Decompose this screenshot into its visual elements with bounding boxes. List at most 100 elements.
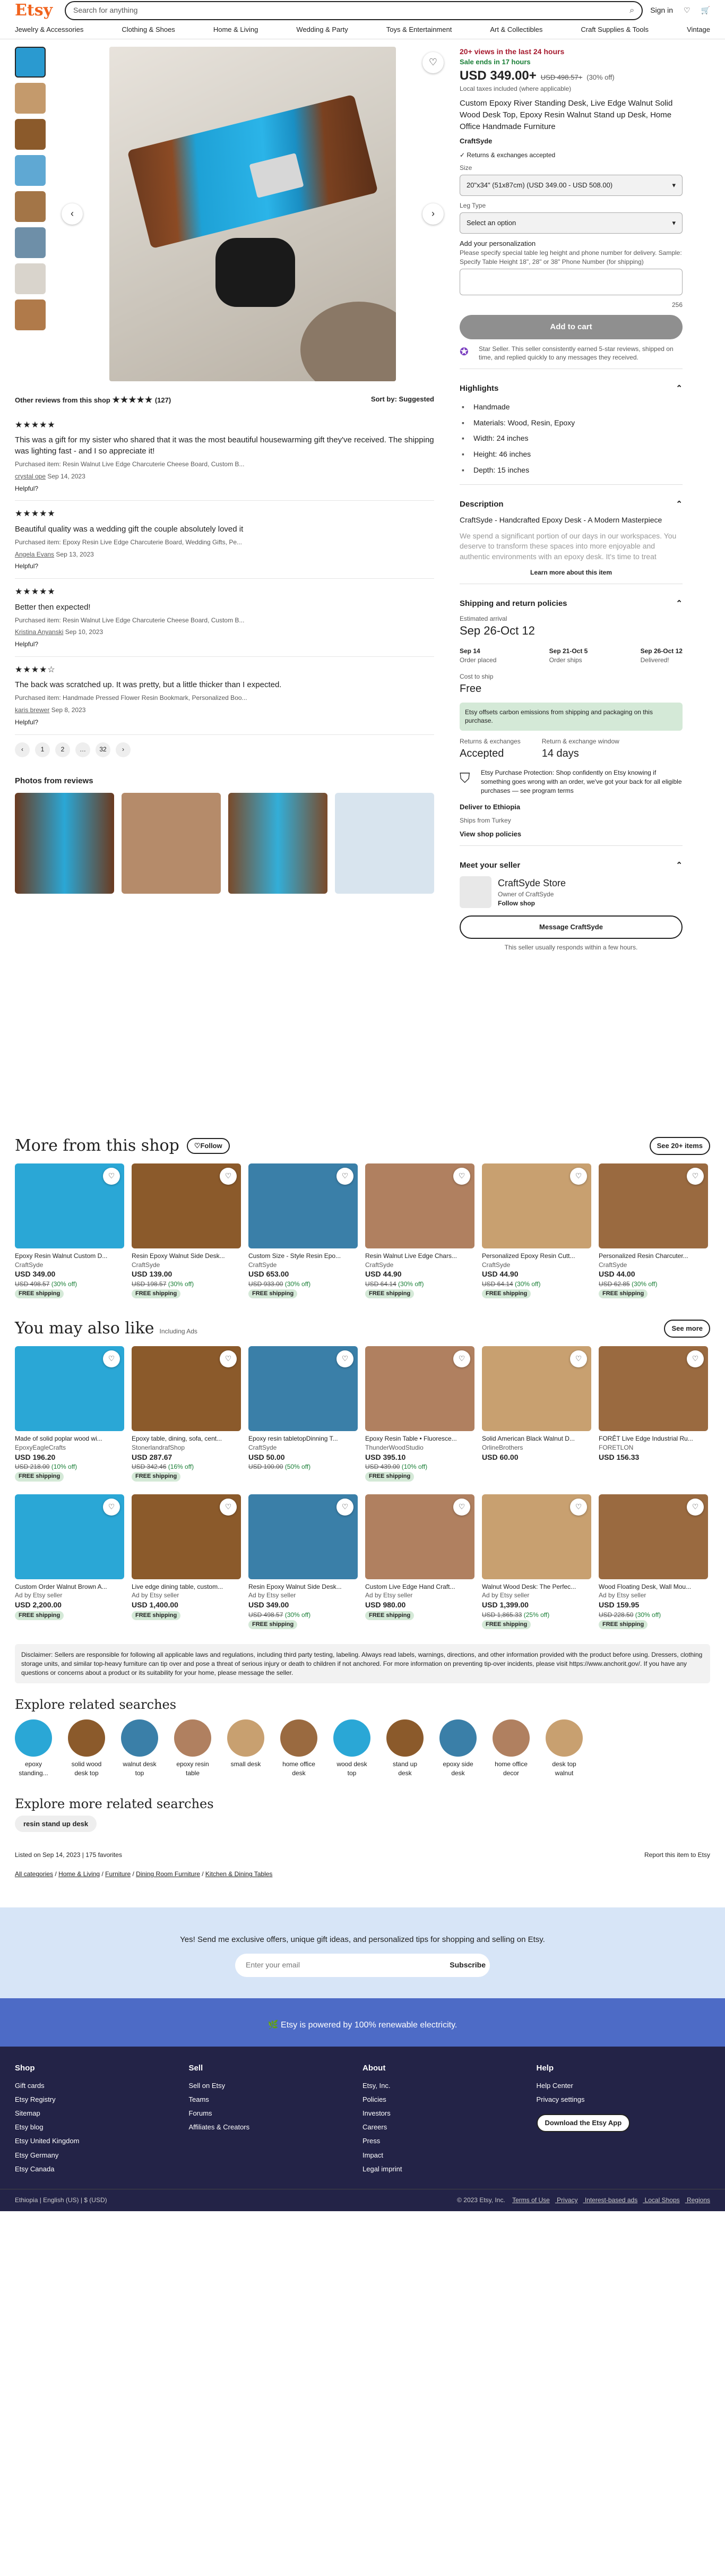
related-search[interactable]: walnut desk top	[121, 1719, 158, 1778]
add-to-cart-button[interactable]: Add to cart	[460, 314, 683, 339]
related-search[interactable]: home office desk	[280, 1719, 317, 1778]
footer-link[interactable]: Etsy Germany	[15, 2151, 189, 2160]
next-image-button[interactable]: ›	[422, 203, 444, 225]
favorite-icon[interactable]: ♡	[336, 1167, 353, 1185]
leg-type-select[interactable]: Select an option ▾	[460, 212, 683, 234]
category-link[interactable]: Home & Living	[213, 25, 258, 35]
purchased-item-link[interactable]: Purchased item: Resin Walnut Live Edge C…	[15, 460, 434, 469]
search-input[interactable]: Search for anything ⌕	[65, 1, 643, 20]
etsy-logo[interactable]: Etsy	[15, 0, 57, 22]
review-photo[interactable]	[335, 792, 434, 894]
footer-link[interactable]: Privacy settings	[537, 2095, 711, 2104]
product-image[interactable]: ♡	[15, 1494, 124, 1579]
product-image[interactable]: ♡	[132, 1346, 241, 1432]
purchased-item-link[interactable]: Purchased item: Resin Walnut Live Edge C…	[15, 616, 434, 625]
thumbnail[interactable]	[15, 47, 46, 78]
review-photo[interactable]	[15, 792, 114, 894]
favorite-icon[interactable]: ♡	[453, 1498, 470, 1516]
footer-link[interactable]: Impact	[362, 2151, 537, 2160]
footer-link[interactable]: Affiliates & Creators	[189, 2123, 363, 2132]
thumbnail[interactable]	[15, 191, 46, 222]
helpful-button[interactable]: Helpful?	[15, 640, 434, 649]
product-image[interactable]: ♡	[248, 1346, 358, 1432]
product-card[interactable]: ♡ Epoxy resin tabletopDinning T... CraftSy…	[248, 1346, 358, 1481]
footer-legal-link[interactable]: Local Shops	[643, 2196, 680, 2204]
product-card[interactable]: ♡ Resin Epoxy Walnut Side Desk... Ad by Et…	[248, 1494, 358, 1629]
breadcrumb-link[interactable]: Furniture	[105, 1870, 131, 1878]
favorite-icon[interactable]: ♡	[103, 1167, 120, 1185]
thumbnail[interactable]	[15, 155, 46, 186]
size-select[interactable]: 20"x34" (51x87cm) (USD 349.00 - USD 508.…	[460, 175, 683, 196]
product-card[interactable]: ♡ Made of solid poplar wood wi... EpoxyEag…	[15, 1346, 124, 1482]
purchased-item-link[interactable]: Purchased item: Handmade Pressed Flower …	[15, 694, 434, 703]
favorite-icon[interactable]: ♡	[570, 1167, 587, 1185]
subscribe-button[interactable]: Subscribe	[450, 1960, 486, 1971]
see-items-button[interactable]: See 20+ items	[649, 1136, 710, 1155]
product-image[interactable]: ♡	[365, 1346, 474, 1432]
product-card[interactable]: ♡ Solid American Black Walnut D... OrlineB…	[482, 1346, 591, 1481]
related-search[interactable]: home office decor	[493, 1719, 530, 1778]
product-card[interactable]: ♡ Resin Epoxy Walnut Side Desk... CraftSyd…	[132, 1163, 241, 1299]
thumbnail[interactable]	[15, 227, 46, 258]
footer-link[interactable]: Etsy Canada	[15, 2164, 189, 2174]
footer-link[interactable]: Careers	[362, 2123, 537, 2132]
page-button[interactable]: …	[75, 742, 90, 757]
footer-link[interactable]: Sitemap	[15, 2109, 189, 2118]
related-chip[interactable]: resin stand up desk	[15, 1816, 97, 1833]
favorite-icon[interactable]: ♡	[687, 1350, 704, 1368]
product-image[interactable]: ♡	[482, 1494, 591, 1579]
category-link[interactable]: Vintage	[687, 25, 710, 35]
product-card[interactable]: ♡ Resin Walnut Live Edge Chars... CraftSyd…	[365, 1163, 474, 1299]
product-image[interactable]: ♡	[365, 1494, 474, 1579]
footer-link[interactable]: Sell on Etsy	[189, 2081, 363, 2091]
footer-legal-link[interactable]: Regions	[685, 2196, 710, 2204]
shop-policies-link[interactable]: View shop policies	[460, 829, 683, 839]
purchased-item-link[interactable]: Purchased item: Epoxy Resin Live Edge Ch…	[15, 538, 434, 547]
thumbnail[interactable]	[15, 263, 46, 294]
related-search[interactable]: stand up desk	[386, 1719, 424, 1778]
category-link[interactable]: Toys & Entertainment	[386, 25, 452, 35]
favorite-icon[interactable]: ♡	[336, 1350, 353, 1368]
page-button[interactable]: 1	[35, 742, 50, 757]
page-button[interactable]: 2	[55, 742, 70, 757]
learn-more-link[interactable]: Learn more about this item	[460, 568, 683, 577]
thumbnail[interactable]	[15, 83, 46, 114]
description-toggle[interactable]: Description ⌃	[460, 491, 683, 515]
favorite-icon[interactable]: ♡	[220, 1167, 237, 1185]
favorite-icon[interactable]: ♡	[570, 1498, 587, 1516]
product-image[interactable]: ♡	[248, 1163, 358, 1248]
reviewer-name[interactable]: Kristina Anyanski	[15, 628, 63, 636]
category-link[interactable]: Jewelry & Accessories	[15, 25, 83, 35]
helpful-button[interactable]: Helpful?	[15, 718, 434, 727]
footer-link[interactable]: Press	[362, 2136, 537, 2146]
reviewer-name[interactable]: karis brewer	[15, 706, 49, 714]
product-image[interactable]: ♡	[599, 1163, 708, 1248]
search-icon[interactable]: ⌕	[629, 5, 634, 16]
footer-link[interactable]: Legal imprint	[362, 2164, 537, 2174]
review-photo[interactable]	[228, 792, 327, 894]
product-card[interactable]: ♡ Wood Floating Desk, Wall Mou... Ad by Et…	[599, 1494, 708, 1629]
product-card[interactable]: ♡ Epoxy Resin Walnut Custom D... CraftSyde…	[15, 1163, 124, 1299]
favorite-icon[interactable]: ♡	[103, 1498, 120, 1516]
favorite-icon[interactable]: ♡	[453, 1350, 470, 1368]
email-input[interactable]: Enter your email Subscribe	[235, 1954, 490, 1978]
reviewer-name[interactable]: Angela Evans	[15, 551, 54, 558]
footer-link[interactable]: Policies	[362, 2095, 537, 2104]
footer-link[interactable]: Etsy blog	[15, 2123, 189, 2132]
cart-icon[interactable]: 🛒	[701, 5, 710, 16]
sign-in-link[interactable]: Sign in	[650, 5, 673, 16]
follow-shop-button[interactable]: Follow shop	[498, 899, 566, 908]
product-card[interactable]: ♡ Custom Live Edge Hand Craft... Ad by Ets…	[365, 1494, 474, 1629]
product-image[interactable]: ♡	[248, 1494, 358, 1579]
product-card[interactable]: ♡ Live edge dining table, custom... Ad by …	[132, 1494, 241, 1629]
footer-legal-link[interactable]: Terms of Use	[512, 2196, 550, 2204]
footer-link[interactable]: Investors	[362, 2109, 537, 2118]
breadcrumb-link[interactable]: Kitchen & Dining Tables	[205, 1870, 273, 1878]
product-card[interactable]: ♡ Personalized Epoxy Resin Cutt... CraftSy…	[482, 1163, 591, 1299]
product-image[interactable]: ♡	[482, 1346, 591, 1432]
favorite-icon[interactable]: ♡	[103, 1350, 120, 1368]
page-button[interactable]: ›	[116, 742, 131, 757]
favorites-icon[interactable]: ♡	[684, 5, 691, 16]
footer-link[interactable]: Etsy Registry	[15, 2095, 189, 2104]
follow-button[interactable]: ♡ Follow	[186, 1137, 230, 1154]
